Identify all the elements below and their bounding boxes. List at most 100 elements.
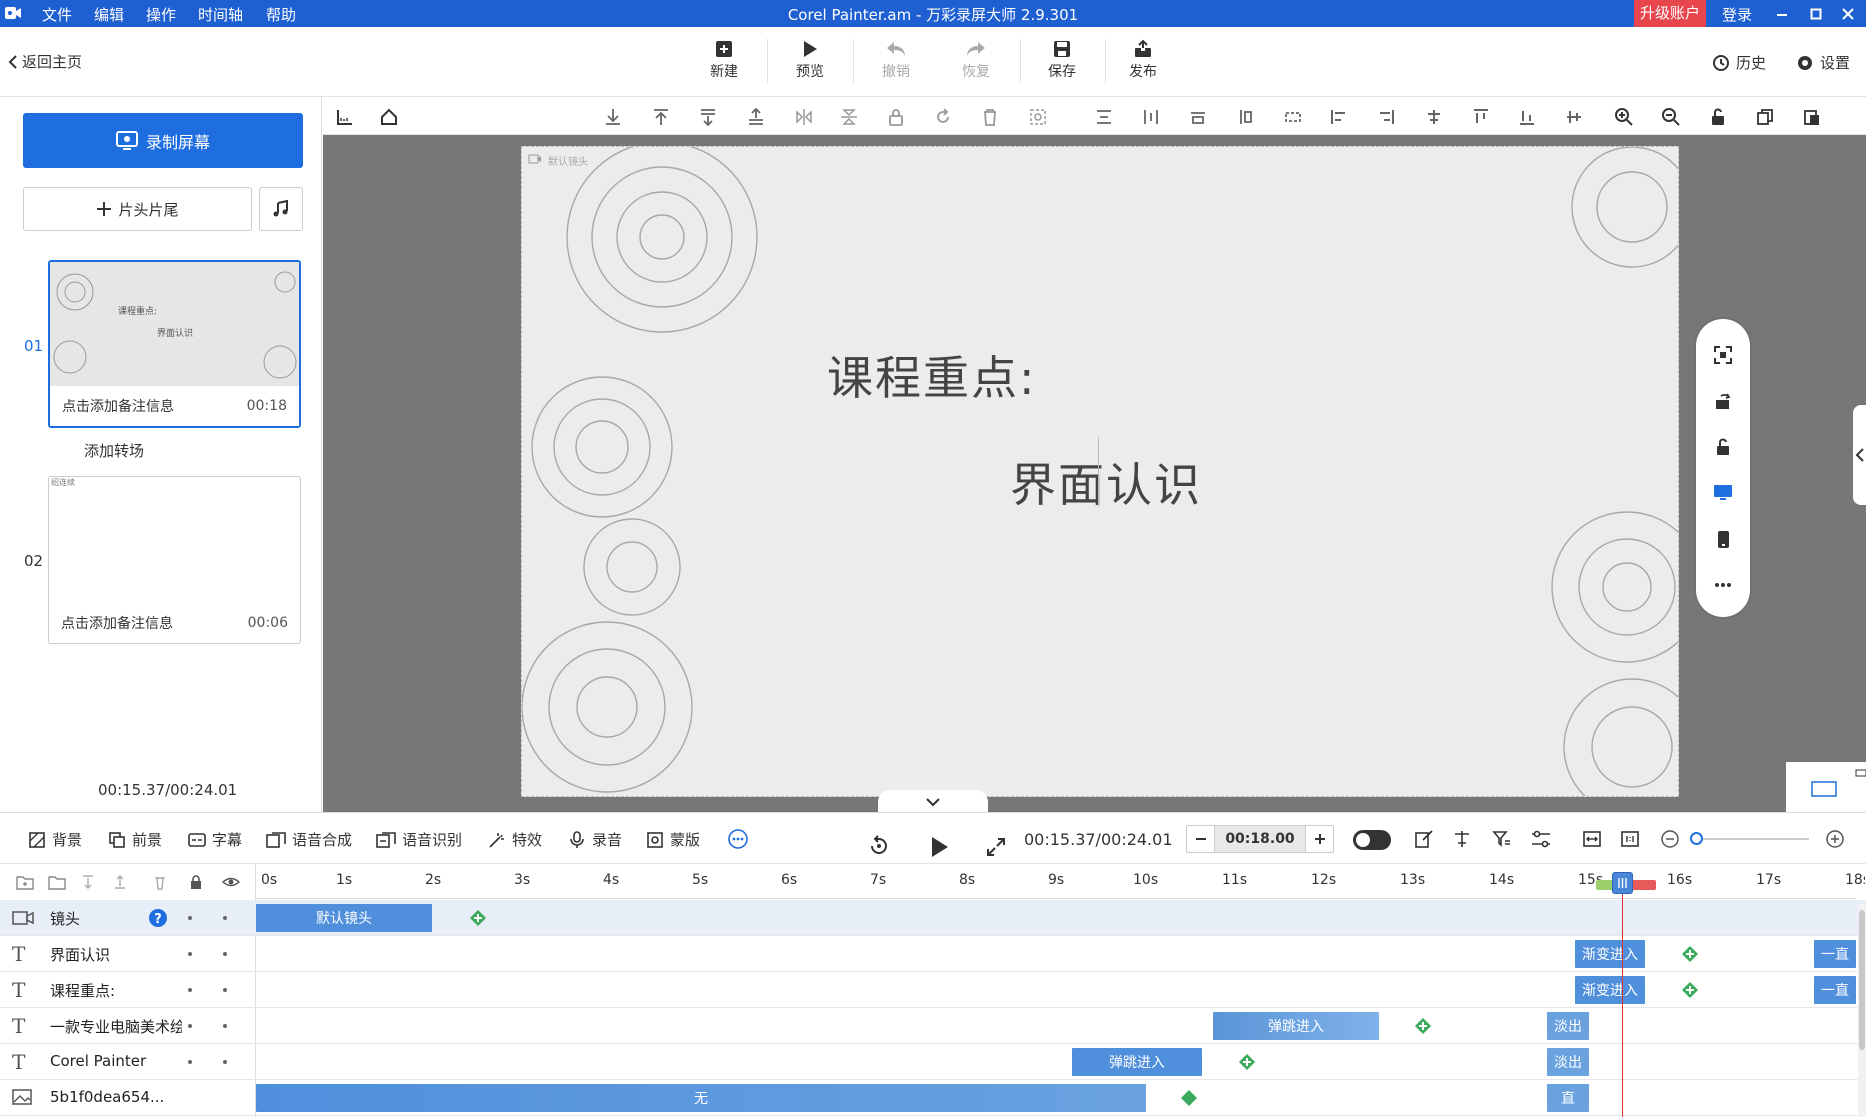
minus-icon[interactable] [1187, 826, 1215, 852]
more-tools-button[interactable] [728, 829, 748, 849]
canvas-text-interface[interactable]: 界面认识 [1010, 449, 1202, 515]
duration-stepper[interactable]: 00:18.00 [1186, 825, 1334, 853]
vertical-scrollbar[interactable] [1858, 904, 1866, 1117]
move-top-icon[interactable] [651, 107, 671, 127]
canvas-text-course-focus[interactable]: 课程重点: [827, 342, 1037, 408]
redo-button[interactable]: 恢复 [946, 37, 1006, 81]
music-button[interactable] [259, 187, 303, 231]
background-button[interactable]: 背景 [28, 829, 82, 850]
mask-button[interactable]: 蒙版 [646, 829, 700, 850]
visibility-dot[interactable] [223, 1024, 227, 1028]
add-keyframe-icon[interactable] [1181, 1090, 1197, 1106]
track-text-corel-painter[interactable]: T Corel Painter 弹跳进入 淡出 [0, 1044, 1866, 1080]
add-keyframe-icon[interactable] [1682, 982, 1698, 998]
toggle-switch[interactable] [1353, 830, 1391, 850]
settings-button[interactable]: 设置 [1796, 52, 1850, 73]
new-folder-icon[interactable] [16, 874, 34, 890]
playhead-handle[interactable] [1612, 872, 1633, 894]
slide-thumbnail-1[interactable]: 课程重点: 界面认识 点击添加备注信息 00:18 [48, 260, 301, 428]
align-center-icon[interactable] [1424, 107, 1444, 127]
distribute-vertical-icon[interactable] [1094, 107, 1114, 127]
asr-button[interactable]: 语音识别 [376, 829, 462, 850]
flip-vertical-icon[interactable] [839, 107, 859, 127]
ruler-icon[interactable] [335, 107, 355, 127]
track-camera[interactable]: 镜头 ? 默认镜头 [0, 900, 1866, 936]
same-height-icon[interactable] [1235, 107, 1255, 127]
distribute-horizontal-icon[interactable] [1141, 107, 1161, 127]
maximize-icon[interactable] [1800, 0, 1832, 27]
delete-icon[interactable] [152, 874, 168, 890]
track-text-description[interactable]: T 一款专业电脑美术绘 弹跳进入 淡出 [0, 1008, 1866, 1044]
lock-dot[interactable] [188, 916, 192, 920]
lock-dot[interactable] [188, 1060, 192, 1064]
login-button[interactable]: 登录 [1722, 4, 1752, 25]
track-text-course-focus[interactable]: T 课程重点: 渐变进入 一直 [0, 972, 1866, 1008]
zoom-slider[interactable] [1694, 838, 1809, 840]
fit-width-icon[interactable] [1582, 829, 1602, 849]
copy-icon[interactable] [1755, 107, 1775, 127]
subtitle-button[interactable]: 字幕 [188, 829, 242, 850]
move-down-icon[interactable] [698, 107, 718, 127]
rotate-icon[interactable] [933, 107, 953, 127]
visibility-dot[interactable] [223, 952, 227, 956]
collapse-timeline-button[interactable] [878, 790, 988, 812]
move-down-icon[interactable] [80, 874, 96, 890]
move-bottom-icon[interactable] [603, 107, 623, 127]
segment-none[interactable]: 无 [256, 1084, 1146, 1112]
fit-screen-icon[interactable] [1713, 345, 1733, 365]
segment-bounce-in[interactable]: 弹跳进入 [1213, 1012, 1379, 1040]
record-audio-button[interactable]: 录音 [568, 829, 622, 850]
add-keyframe-icon[interactable] [1239, 1054, 1255, 1070]
more-icon[interactable] [1713, 575, 1733, 595]
move-up-icon[interactable] [112, 874, 128, 890]
segment-always[interactable]: 一直 [1814, 940, 1856, 968]
visibility-dot[interactable] [223, 916, 227, 920]
help-icon[interactable]: ? [148, 908, 168, 928]
segment-fade-out[interactable]: 淡出 [1547, 1012, 1589, 1040]
scene-canvas[interactable]: 默认镜头 课程重点: 界面认识 [521, 146, 1679, 797]
rotate-screen-icon[interactable] [1713, 391, 1733, 411]
adjust-icon[interactable] [1530, 829, 1552, 849]
effects-button[interactable]: 特效 [488, 829, 542, 850]
undo-button[interactable]: 撤销 [866, 37, 926, 81]
delete-icon[interactable] [980, 107, 1000, 127]
lock-icon[interactable] [886, 107, 906, 127]
segment-default-camera[interactable]: 默认镜头 [256, 904, 432, 932]
preview-button[interactable]: 预览 [780, 37, 840, 81]
same-width-icon[interactable] [1188, 107, 1208, 127]
actual-size-icon[interactable] [1620, 829, 1640, 849]
split-icon[interactable] [1452, 829, 1472, 849]
align-top-icon[interactable] [1471, 107, 1491, 127]
play-icon[interactable] [928, 835, 950, 859]
history-button[interactable]: 历史 [1712, 52, 1766, 73]
foreground-button[interactable]: 前景 [108, 829, 162, 850]
minimap[interactable] [1786, 762, 1866, 812]
lock-dot[interactable] [188, 1024, 192, 1028]
unlock-icon[interactable] [1713, 437, 1733, 457]
segment-fade-in[interactable]: 渐变进入 [1575, 940, 1645, 968]
lock-dot[interactable] [188, 988, 192, 992]
unlock-icon[interactable] [1708, 107, 1728, 127]
visibility-dot[interactable] [223, 1060, 227, 1064]
lock-dot[interactable] [188, 952, 192, 956]
segment-straight[interactable]: 直 [1547, 1084, 1589, 1112]
flip-horizontal-icon[interactable] [794, 107, 814, 127]
align-right-icon[interactable] [1376, 107, 1396, 127]
zoom-slider-thumb[interactable] [1690, 832, 1703, 845]
record-screen-button[interactable]: 录制屏幕 [23, 113, 303, 168]
save-button[interactable]: 保存 [1032, 37, 1092, 81]
eye-icon[interactable] [222, 875, 240, 889]
align-middle-icon[interactable] [1564, 107, 1584, 127]
plus-icon[interactable] [1305, 826, 1333, 852]
segment-fade-in[interactable]: 渐变进入 [1575, 976, 1645, 1004]
filter-icon[interactable] [1492, 829, 1512, 849]
replay-icon[interactable] [868, 835, 890, 857]
zoom-out-circle-icon[interactable] [1661, 830, 1679, 848]
zoom-out-icon[interactable] [1661, 107, 1681, 127]
intro-outro-button[interactable]: 片头片尾 [23, 187, 252, 231]
edit-icon[interactable] [1414, 829, 1434, 849]
visibility-dot[interactable] [223, 988, 227, 992]
slide-thumbnail-2[interactable]: 绍连续 点击添加备注信息 00:06 [48, 476, 301, 644]
segment-always[interactable]: 一直 [1814, 976, 1856, 1004]
slide-note[interactable]: 点击添加备注信息 [62, 396, 174, 416]
